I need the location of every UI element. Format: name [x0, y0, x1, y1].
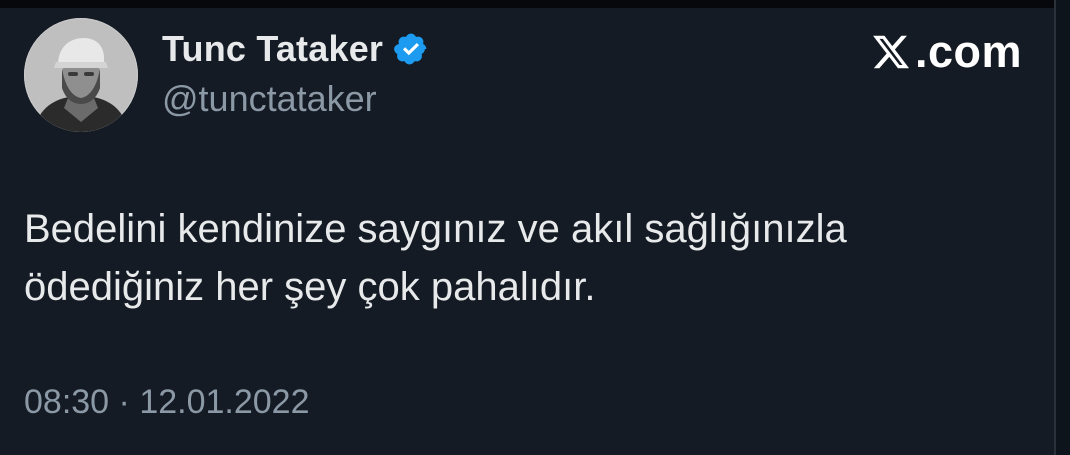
brand-domain-label: .com — [914, 26, 1022, 77]
avatar[interactable] — [24, 18, 138, 132]
right-edge-strip — [1054, 0, 1070, 455]
author-display-name[interactable]: Tunc Tataker — [162, 28, 383, 70]
tweet-line: Bedelini kendinize saygınız ve akıl sağl… — [24, 207, 847, 251]
tweet-date: 12.01.2022 — [139, 383, 310, 421]
timestamp-separator: · — [118, 383, 130, 421]
author-name-row: Tunc Tataker — [162, 28, 429, 70]
tweet-body: Bedelini kendinize saygınız ve akıl sağl… — [24, 200, 1034, 316]
brand-watermark: .com — [871, 26, 1022, 78]
tweet-card: Tunc Tataker @tunctataker .com Bedelini … — [0, 0, 1070, 455]
tweet-timestamp[interactable]: 08:30 · 12.01.2022 — [24, 383, 310, 422]
tweet-line: ödediğiniz her şey çok pahalıdır. — [24, 265, 596, 309]
verified-badge-icon — [394, 33, 427, 65]
top-edge-bar — [0, 0, 1070, 8]
avatar-photo-icon — [24, 18, 138, 132]
x-logo-icon — [873, 35, 910, 69]
tweet-time: 08:30 — [24, 383, 110, 421]
author-handle[interactable]: @tunctataker — [162, 78, 377, 120]
